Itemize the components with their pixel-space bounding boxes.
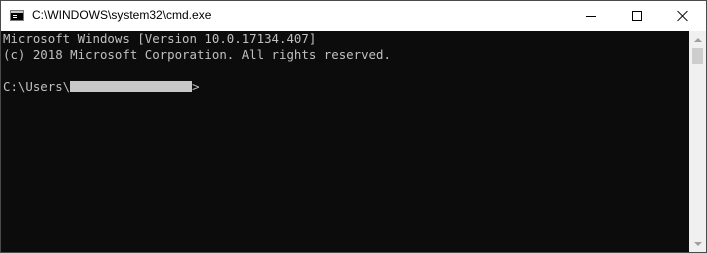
window-title: C:\WINDOWS\system32\cmd.exe	[32, 8, 212, 22]
scroll-up-button[interactable]	[689, 31, 706, 48]
cmd-window: C:\WINDOWS\system32\cmd.exe Microsoft Wi…	[0, 0, 707, 253]
prompt-prefix: C:\Users\	[3, 79, 71, 94]
maximize-button[interactable]	[614, 1, 660, 31]
command-prompt[interactable]: C:\Users\ >	[3, 79, 200, 95]
title-bar[interactable]: C:\WINDOWS\system32\cmd.exe	[1, 1, 706, 31]
redacted-username	[70, 81, 193, 92]
minimize-icon	[586, 15, 596, 17]
minimize-button[interactable]	[568, 1, 614, 31]
arrow-down-icon	[693, 241, 702, 246]
version-line: Microsoft Windows [Version 10.0.17134.40…	[3, 31, 317, 46]
scroll-down-button[interactable]	[689, 235, 706, 252]
console-output[interactable]: Microsoft Windows [Version 10.0.17134.40…	[1, 31, 689, 252]
close-button[interactable]	[660, 1, 706, 31]
scrollbar-thumb[interactable]	[692, 48, 703, 64]
vertical-scrollbar[interactable]	[689, 31, 706, 252]
copyright-line: (c) 2018 Microsoft Corporation. All righ…	[3, 47, 391, 62]
close-icon	[677, 10, 689, 22]
arrow-up-icon	[693, 37, 702, 42]
cmd-icon[interactable]	[10, 10, 24, 21]
maximize-icon	[632, 11, 642, 21]
prompt-suffix: >	[192, 79, 200, 94]
